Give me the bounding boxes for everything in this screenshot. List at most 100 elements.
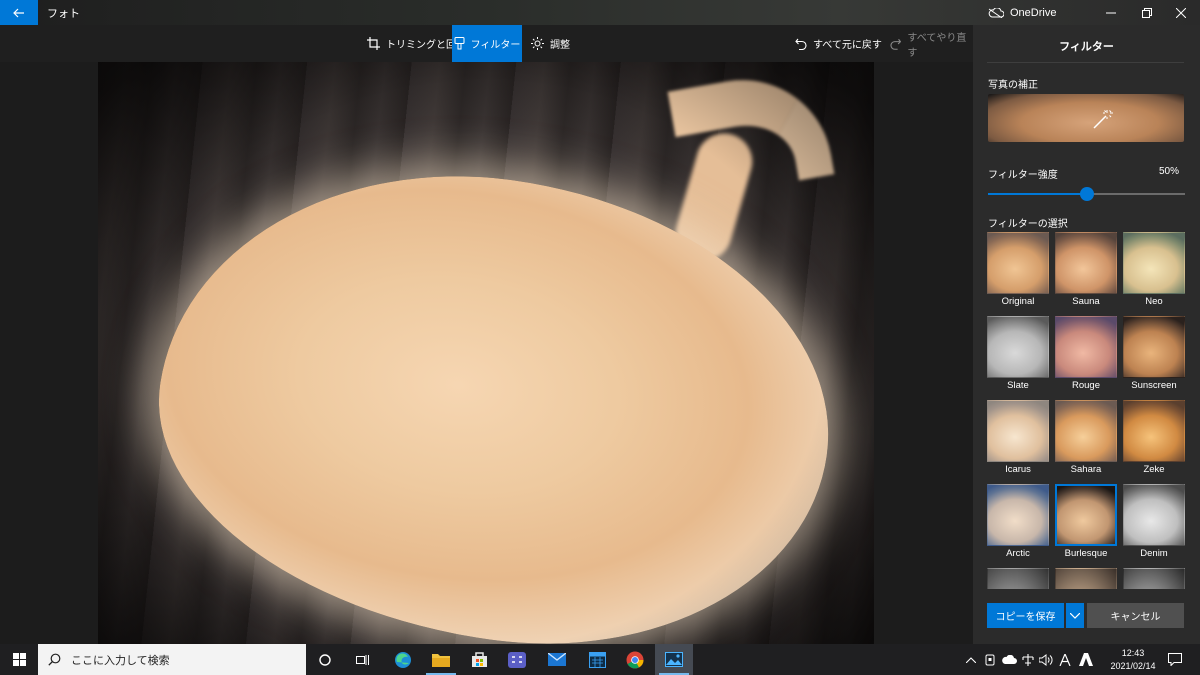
search-icon (48, 653, 61, 666)
restore-icon (1142, 7, 1152, 18)
taskbar-edge[interactable] (384, 644, 422, 675)
filter-thumbnail (1055, 484, 1117, 546)
tray-onedrive[interactable] (999, 644, 1019, 675)
filter-thumbnail (987, 484, 1049, 546)
filter-option-sauna[interactable]: Sauna (1055, 232, 1117, 312)
filter-option-sahara[interactable]: Sahara (1055, 400, 1117, 480)
filter-name: Sahara (1070, 464, 1102, 475)
undo-all-label: すべて元に戻す (813, 40, 882, 51)
device-icon (985, 654, 995, 665)
tab-adjust[interactable]: 調整 (531, 25, 570, 62)
notification-center-button[interactable] (1165, 644, 1185, 675)
filter-option-denim[interactable]: Denim (1123, 484, 1185, 564)
enhance-photo-button[interactable] (988, 94, 1184, 142)
cancel-button[interactable]: キャンセル (1087, 603, 1184, 628)
filter-name: Sauna (1072, 296, 1100, 307)
cortana-button[interactable] (306, 644, 344, 675)
filter-name: Arctic (1006, 548, 1030, 559)
filter-thumbnail (1123, 400, 1185, 462)
show-hidden-icons-button[interactable] (963, 644, 979, 675)
minimize-icon (1106, 12, 1116, 13)
filter-name: Neo (1145, 296, 1163, 307)
filter-option-sunscreen[interactable]: Sunscreen (1123, 316, 1185, 396)
task-view-icon (356, 654, 369, 665)
filter-option-burlesque[interactable]: Burlesque (1055, 484, 1117, 564)
minimize-button[interactable] (1092, 0, 1130, 25)
tray-adobe[interactable] (1076, 644, 1096, 675)
filter-thumbnail (1055, 568, 1117, 589)
filter-name: Slate (1007, 380, 1029, 391)
taskbar-file-explorer[interactable] (422, 644, 460, 675)
filter-option-partial[interactable] (1123, 568, 1185, 589)
save-copy-label: コピーを保存 (995, 612, 1056, 623)
cancel-label: キャンセル (1110, 612, 1161, 623)
choose-filter-label: フィルターの選択 (988, 219, 1068, 230)
filter-brush-icon (454, 37, 465, 50)
panel-divider (987, 62, 1184, 63)
clock-time: 12:43 (1121, 648, 1145, 658)
save-options-dropdown[interactable] (1066, 603, 1084, 628)
back-arrow-icon (13, 8, 24, 17)
filter-option-arctic[interactable]: Arctic (987, 484, 1049, 564)
magic-wand-icon (1093, 110, 1113, 129)
intensity-slider-thumb[interactable] (1079, 187, 1094, 201)
back-button[interactable] (0, 0, 38, 25)
filter-name: Icarus (1005, 464, 1031, 475)
undo-all-button[interactable]: すべて元に戻す (795, 25, 882, 62)
task-view-button[interactable] (344, 644, 382, 675)
maximize-button[interactable] (1128, 0, 1166, 25)
onedrive-cloud-icon (1002, 654, 1017, 664)
redo-all-button[interactable]: すべてやり直す (890, 25, 973, 62)
taskbar-app-grid[interactable] (498, 644, 536, 675)
intensity-slider[interactable] (988, 187, 1185, 201)
filter-thumbnail (1055, 316, 1117, 378)
filter-option-rouge[interactable]: Rouge (1055, 316, 1117, 396)
filter-option-zeke[interactable]: Zeke (1123, 400, 1185, 480)
panel-title: フィルター (1059, 41, 1114, 53)
speaker-icon (1039, 653, 1053, 666)
filter-option-partial[interactable] (1055, 568, 1117, 589)
start-button[interactable] (0, 644, 38, 675)
onedrive-indicator[interactable]: OneDrive (988, 0, 1056, 25)
chevron-up-icon (966, 656, 976, 663)
filter-option-original[interactable]: Original (987, 232, 1049, 312)
photos-app-window: フォト OneDrive トリミングと回転 フィルター 調整 すべて元に戻す す… (0, 0, 1200, 675)
taskbar-search-box[interactable]: ここに入力して検索 (38, 644, 306, 675)
edit-toolbar: トリミングと回転 フィルター 調整 すべて元に戻す すべてやり直す (0, 25, 973, 62)
filter-option-slate[interactable]: Slate (987, 316, 1049, 396)
notification-icon (1168, 653, 1182, 666)
save-copy-button[interactable]: コピーを保存 (987, 603, 1064, 628)
taskbar-chrome[interactable] (616, 644, 654, 675)
tray-device[interactable] (981, 644, 999, 675)
windows-logo-icon (12, 653, 26, 666)
photo-canvas (0, 62, 973, 644)
tray-volume[interactable] (1037, 644, 1055, 675)
taskbar-mail[interactable] (538, 644, 576, 675)
filter-thumbnail (987, 232, 1049, 294)
close-icon (1176, 7, 1186, 18)
filter-label: フィルター (470, 40, 521, 51)
intensity-value: 50% (1159, 166, 1180, 177)
tray-ime-mode[interactable] (1056, 644, 1074, 675)
taskbar-clock[interactable]: 12:43 2021/02/14 (1104, 647, 1162, 673)
taskbar-photos[interactable] (655, 644, 693, 675)
filter-option-neo[interactable]: Neo (1123, 232, 1185, 312)
filter-thumbnail (1055, 400, 1117, 462)
undo-icon (795, 38, 807, 50)
filter-option-partial[interactable] (987, 568, 1049, 589)
filter-name: Rouge (1072, 380, 1100, 391)
filter-thumbnail (1123, 316, 1185, 378)
tray-network[interactable] (1019, 644, 1037, 675)
taskbar-store[interactable] (460, 644, 498, 675)
cortana-circle-icon (319, 653, 331, 666)
filter-thumbnail (987, 568, 1049, 589)
tab-filter[interactable]: フィルター (452, 25, 522, 62)
filter-name: Zeke (1143, 464, 1165, 475)
taskbar-calendar[interactable] (578, 644, 616, 675)
filter-option-icarus[interactable]: Icarus (987, 400, 1049, 480)
calculator-apps-icon (508, 651, 526, 668)
close-button[interactable] (1162, 0, 1200, 25)
photo-vignette (98, 62, 874, 644)
filter-thumbnail (1123, 568, 1185, 589)
adobe-icon (1079, 653, 1093, 666)
